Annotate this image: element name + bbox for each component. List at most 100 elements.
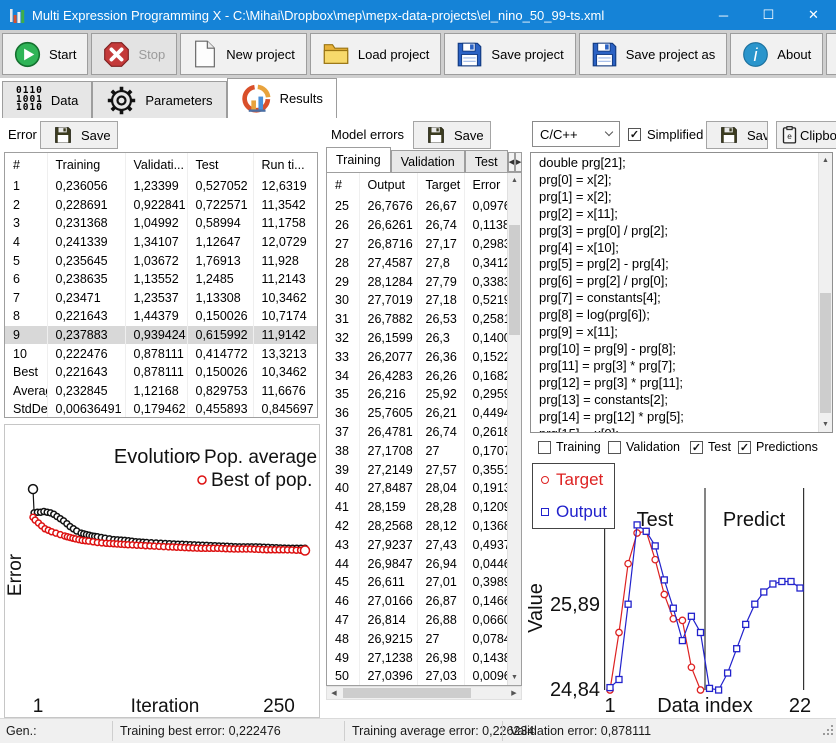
- table-cell: 26,74: [417, 423, 464, 442]
- table-cell: 0,493738: [464, 535, 508, 554]
- table-row[interactable]: 4627,016626,870,146609: [327, 592, 508, 611]
- table-cell: 26,98: [417, 648, 464, 667]
- model-errors-save-button[interactable]: Save: [413, 121, 491, 149]
- language-select[interactable]: C/C++: [532, 121, 620, 147]
- table-cell: 4: [5, 233, 47, 252]
- scrollbar-thumb[interactable]: [509, 225, 520, 335]
- scroll-down-icon[interactable]: ▼: [819, 417, 832, 432]
- table-row[interactable]: 5027,039627,030,009634: [327, 667, 508, 686]
- table-row[interactable]: 4327,923727,430,493738: [327, 535, 508, 554]
- simplified-checkbox-wrap[interactable]: ✓ Simplified: [628, 127, 703, 142]
- table-row[interactable]: 4927,123826,980,143835: [327, 648, 508, 667]
- test-checkbox[interactable]: ✓: [690, 441, 703, 454]
- table-row[interactable]: 3226,159926,30,140062: [327, 329, 508, 348]
- table-row[interactable]: 90,2378830,9394240,61599211,9142: [5, 326, 317, 345]
- table-row[interactable]: 10,2360561,233990,52705212,6319: [5, 177, 317, 196]
- checkbox-predictions[interactable]: ✓Predictions: [738, 440, 818, 454]
- column-header[interactable]: #: [5, 153, 47, 177]
- model-tab-test[interactable]: Test: [465, 150, 508, 172]
- table-row[interactable]: 3326,207726,360,152287: [327, 347, 508, 366]
- table-row[interactable]: 3625,760526,210,449498: [327, 404, 508, 423]
- column-header[interactable]: Target: [417, 173, 464, 197]
- table-row[interactable]: 3827,1708270,170794: [327, 441, 508, 460]
- updates-button[interactable]: Updates: [826, 33, 836, 75]
- table-row[interactable]: 4526,61127,010,398998: [327, 573, 508, 592]
- table-row[interactable]: 4826,9215270,078470: [327, 629, 508, 648]
- column-header[interactable]: Output: [359, 173, 417, 197]
- table-row[interactable]: 4426,984726,940,044650: [327, 554, 508, 573]
- tab-results[interactable]: Results: [227, 78, 337, 118]
- svg-text:24,84: 24,84: [550, 679, 600, 701]
- table-cell: 27,8: [417, 253, 464, 272]
- table-row[interactable]: Average0,2328451,121680,82975311,6676: [5, 382, 317, 401]
- table-row[interactable]: 2827,458727,80,341298: [327, 253, 508, 272]
- column-header[interactable]: Training: [47, 153, 125, 177]
- scroll-down-icon[interactable]: ▼: [508, 670, 521, 685]
- column-header[interactable]: Error: [464, 173, 508, 197]
- scrollbar-thumb[interactable]: [820, 293, 831, 413]
- maximize-button[interactable]: ☐: [746, 0, 791, 30]
- table-row[interactable]: 2626,626126,740,113891: [327, 216, 508, 235]
- table-row[interactable]: 3126,788226,530,258182: [327, 310, 508, 329]
- table-row[interactable]: 60,2386351,135521,248511,2143: [5, 270, 317, 289]
- scroll-left-icon[interactable]: ◀: [327, 687, 341, 699]
- model-tab-validation[interactable]: Validation: [391, 150, 465, 172]
- column-header[interactable]: Run ti...: [253, 153, 317, 177]
- scroll-right-icon[interactable]: ▶: [507, 687, 521, 699]
- tab-scroll-left-icon[interactable]: ◀: [508, 152, 515, 172]
- resize-grip-icon[interactable]: [822, 723, 834, 741]
- table-row[interactable]: 2526,767626,670,097612: [327, 197, 508, 216]
- table-row[interactable]: Best0,2216430,8781110,15002610,3462: [5, 363, 317, 382]
- table-row[interactable]: 50,2356451,036721,7691311,928: [5, 251, 317, 270]
- tab-data[interactable]: 011010011010Data: [2, 81, 92, 118]
- new-project-button[interactable]: New project: [180, 33, 307, 75]
- series-best-of-pop: [30, 514, 310, 555]
- table-row[interactable]: 3927,214927,570,355103: [327, 460, 508, 479]
- checkbox-training[interactable]: Training: [538, 440, 601, 454]
- table-cell: 1,03672: [125, 251, 187, 270]
- table-row[interactable]: 4128,15928,280,120951: [327, 498, 508, 517]
- tab-scroll-right-icon[interactable]: ▶: [515, 152, 522, 172]
- table-row[interactable]: 2928,128427,790,338365: [327, 272, 508, 291]
- table-row[interactable]: 3027,701927,180,521945: [327, 291, 508, 310]
- scrollbar-thumb[interactable]: [343, 688, 471, 698]
- save-project-button[interactable]: Save project: [444, 33, 575, 75]
- table-row[interactable]: 4228,256828,120,136832: [327, 517, 508, 536]
- column-header[interactable]: Validati...: [125, 153, 187, 177]
- table-row[interactable]: StdDev0,006364910,1794620,4558930,845697: [5, 400, 317, 418]
- scroll-up-icon[interactable]: ▲: [819, 153, 832, 168]
- minimize-button[interactable]: ─: [701, 0, 746, 30]
- save-project-as-button[interactable]: Save project as: [579, 33, 728, 75]
- table-row[interactable]: 4027,848728,040,191323: [327, 479, 508, 498]
- training-checkbox[interactable]: [538, 441, 551, 454]
- table-row[interactable]: 3426,428326,260,168276: [327, 366, 508, 385]
- validation-checkbox[interactable]: [608, 441, 621, 454]
- model-tab-training[interactable]: Training: [326, 147, 391, 172]
- table-row[interactable]: 30,2313681,049920,5899411,1758: [5, 214, 317, 233]
- floppy-icon: [591, 41, 618, 68]
- table-row[interactable]: 20,2286910,9228410,72257111,3542: [5, 196, 317, 215]
- scroll-up-icon[interactable]: ▲: [508, 173, 521, 188]
- table-row[interactable]: 2726,871627,170,298384: [327, 235, 508, 254]
- tab-parameters[interactable]: Parameters: [92, 81, 226, 118]
- start-button[interactable]: Start: [2, 33, 88, 75]
- table-row[interactable]: 80,2216431,443790,15002610,7174: [5, 307, 317, 326]
- column-header[interactable]: Test: [187, 153, 253, 177]
- about-button[interactable]: iAbout: [730, 33, 823, 75]
- checkbox-validation[interactable]: Validation: [608, 440, 680, 454]
- table-row[interactable]: 3726,478126,740,261882: [327, 423, 508, 442]
- clipboard-button[interactable]: e Clipboard: [776, 121, 836, 149]
- checkbox-test[interactable]: ✓Test: [690, 440, 731, 454]
- error-save-button[interactable]: Save: [40, 121, 118, 149]
- table-row[interactable]: 100,2224760,8781110,41477213,3213: [5, 344, 317, 363]
- load-project-button[interactable]: Load project: [310, 33, 442, 75]
- code-save-button[interactable]: Save: [706, 121, 768, 149]
- table-row[interactable]: 3526,21625,920,295984: [327, 385, 508, 404]
- table-row[interactable]: 70,234711,235371,1330810,3462: [5, 289, 317, 308]
- table-row[interactable]: 40,2413391,341071,1264712,0729: [5, 233, 317, 252]
- table-row[interactable]: 4726,81426,880,066008: [327, 611, 508, 630]
- close-button[interactable]: ✕: [791, 0, 836, 30]
- predictions-checkbox[interactable]: ✓: [738, 441, 751, 454]
- simplified-checkbox[interactable]: ✓: [628, 128, 641, 141]
- column-header[interactable]: #: [327, 173, 359, 197]
